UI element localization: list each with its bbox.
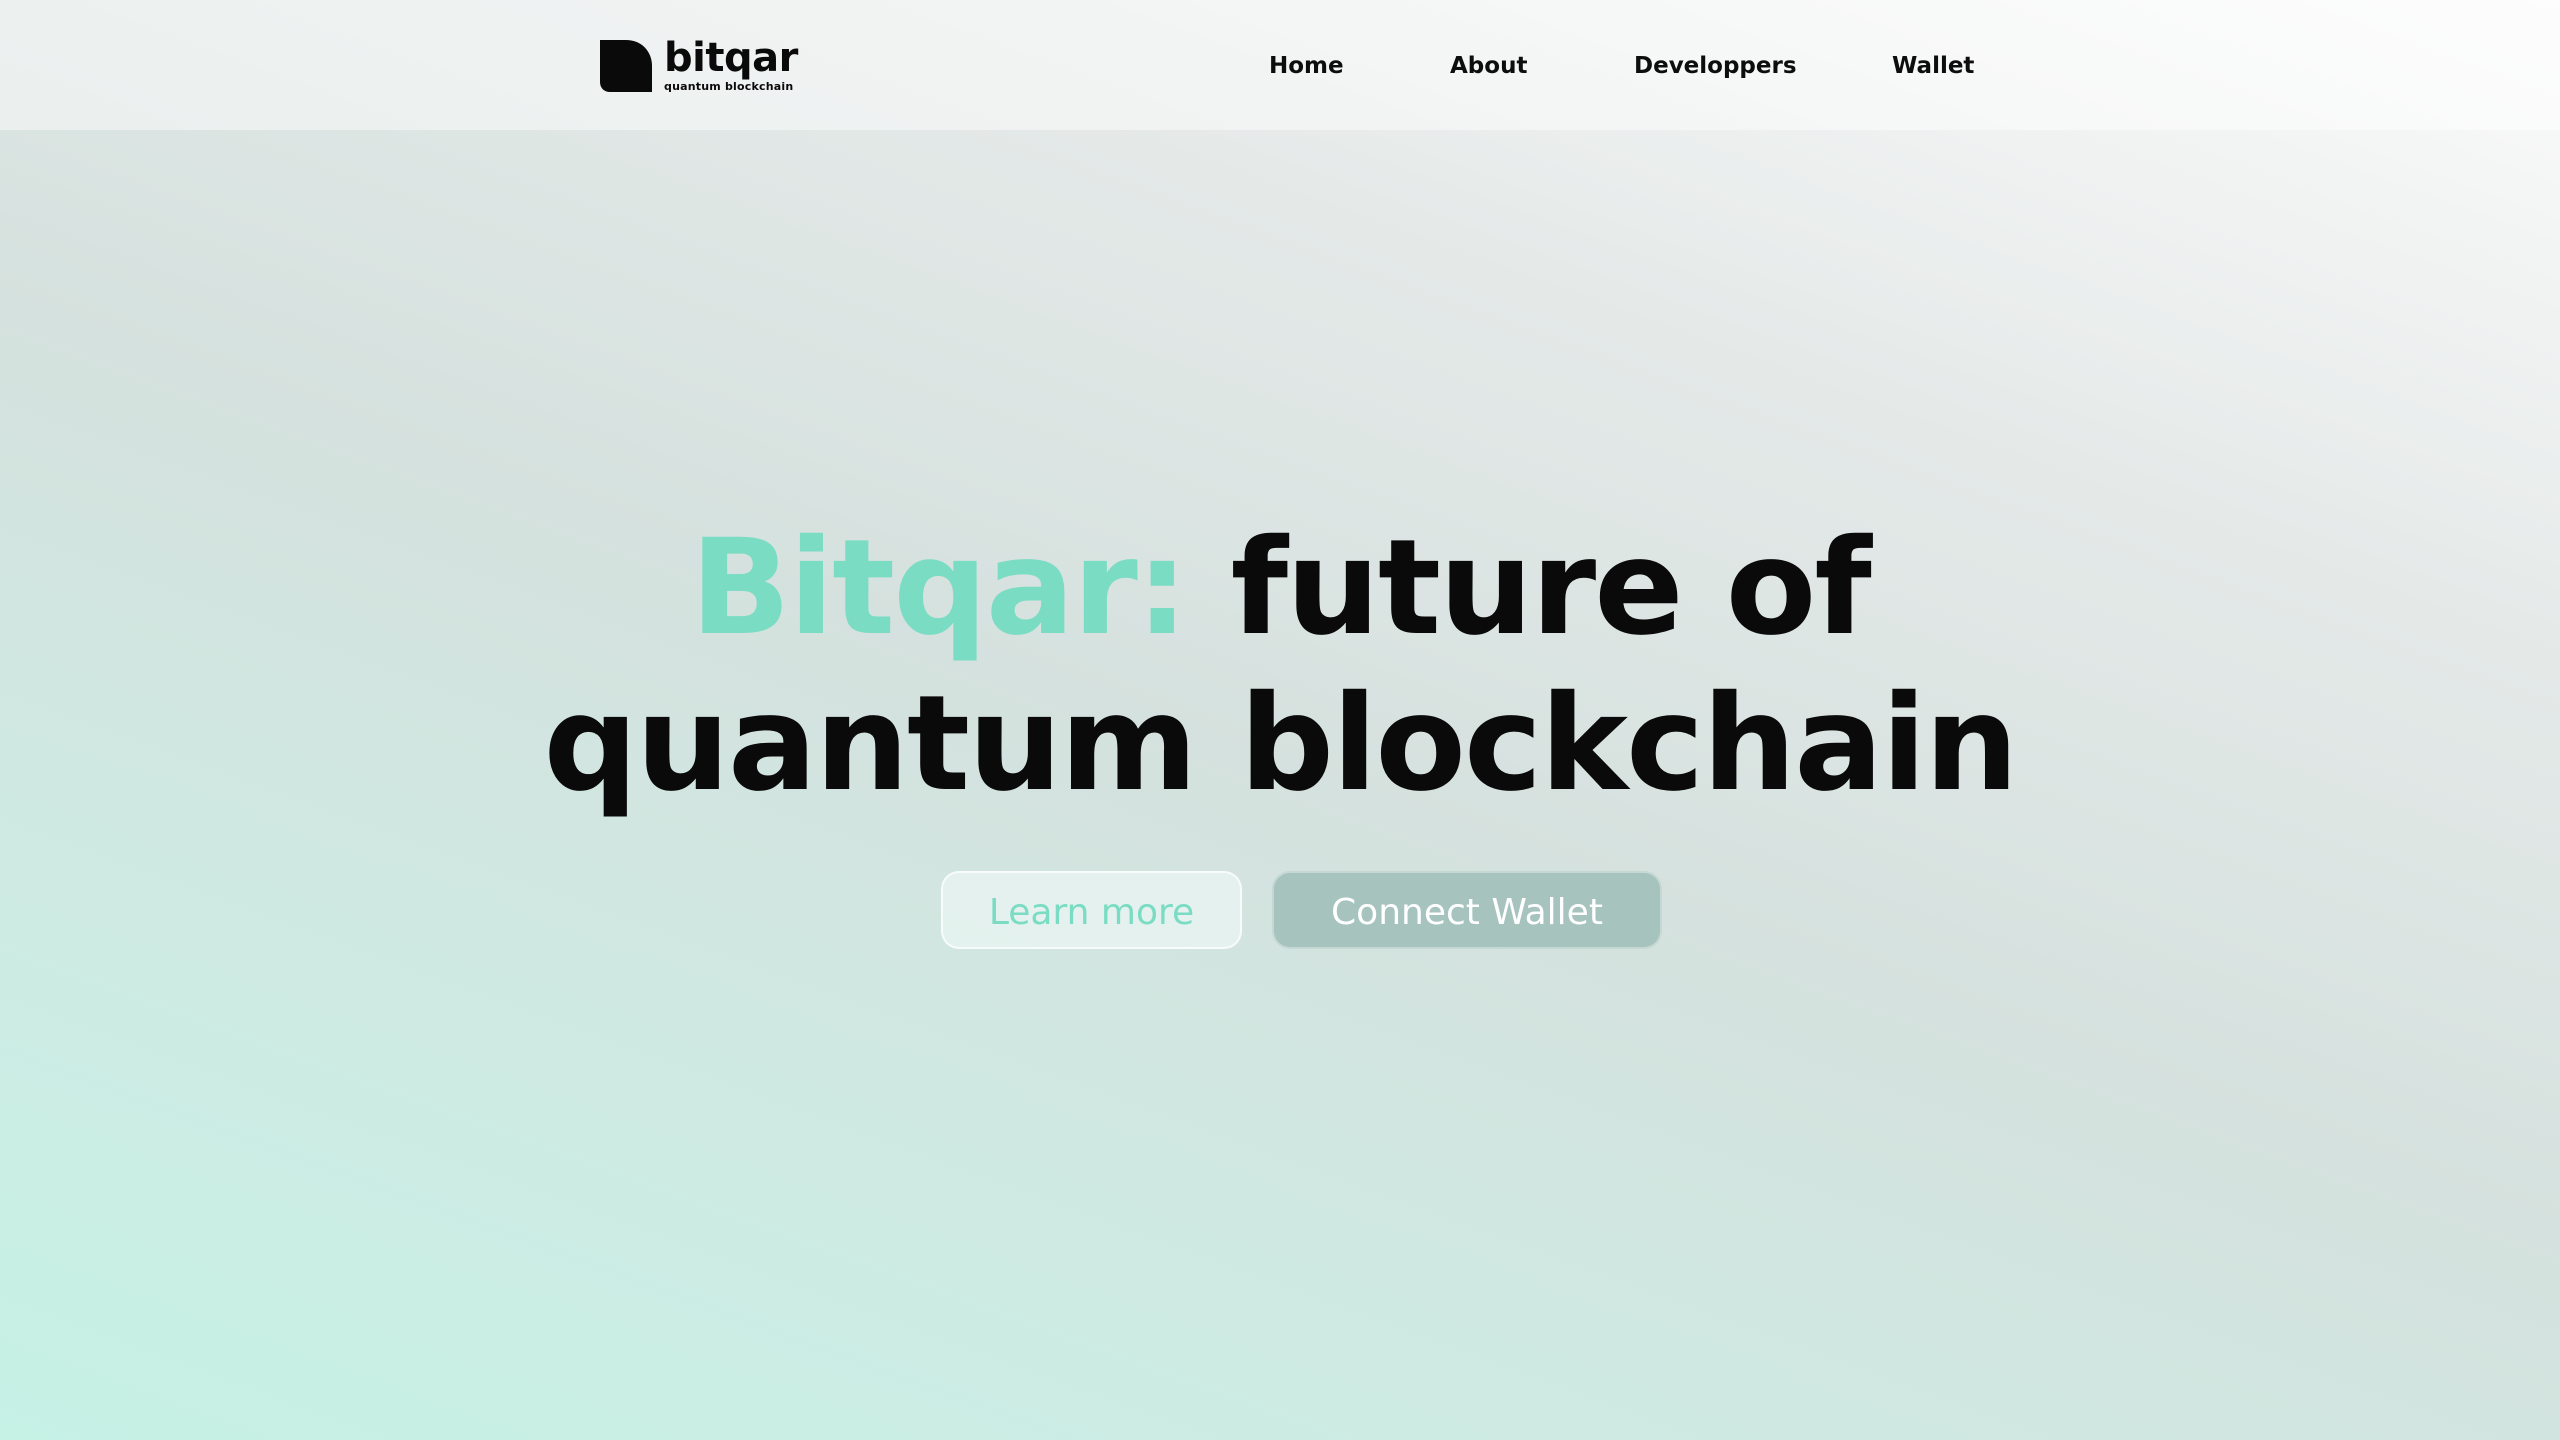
top-navbar: bitqar quantum blockchain Home About Dev… xyxy=(0,0,2560,130)
bitqar-logo-icon xyxy=(600,40,652,92)
nav-wallet-link[interactable]: Wallet xyxy=(1892,52,1974,80)
hero-title-line1: future of xyxy=(1230,511,1872,665)
nav-developers-link[interactable]: Developpers xyxy=(1634,52,1797,80)
logo-text: bitqar quantum blockchain xyxy=(664,38,798,94)
brand-logo[interactable]: bitqar quantum blockchain xyxy=(600,38,798,94)
hero-title-line2: quantum blockchain xyxy=(543,667,2018,821)
nav-home-link[interactable]: Home xyxy=(1269,52,1344,80)
brand-tagline: quantum blockchain xyxy=(664,80,794,93)
hero-title-accent: Bitqar: xyxy=(690,511,1188,665)
brand-name: bitqar xyxy=(664,35,798,81)
hero-title: Bitqar: future of quantum blockchain xyxy=(0,510,2560,822)
nav-about-link[interactable]: About xyxy=(1450,52,1527,80)
learn-more-button[interactable]: Learn more xyxy=(941,871,1242,949)
connect-wallet-button[interactable]: Connect Wallet xyxy=(1272,871,1662,949)
